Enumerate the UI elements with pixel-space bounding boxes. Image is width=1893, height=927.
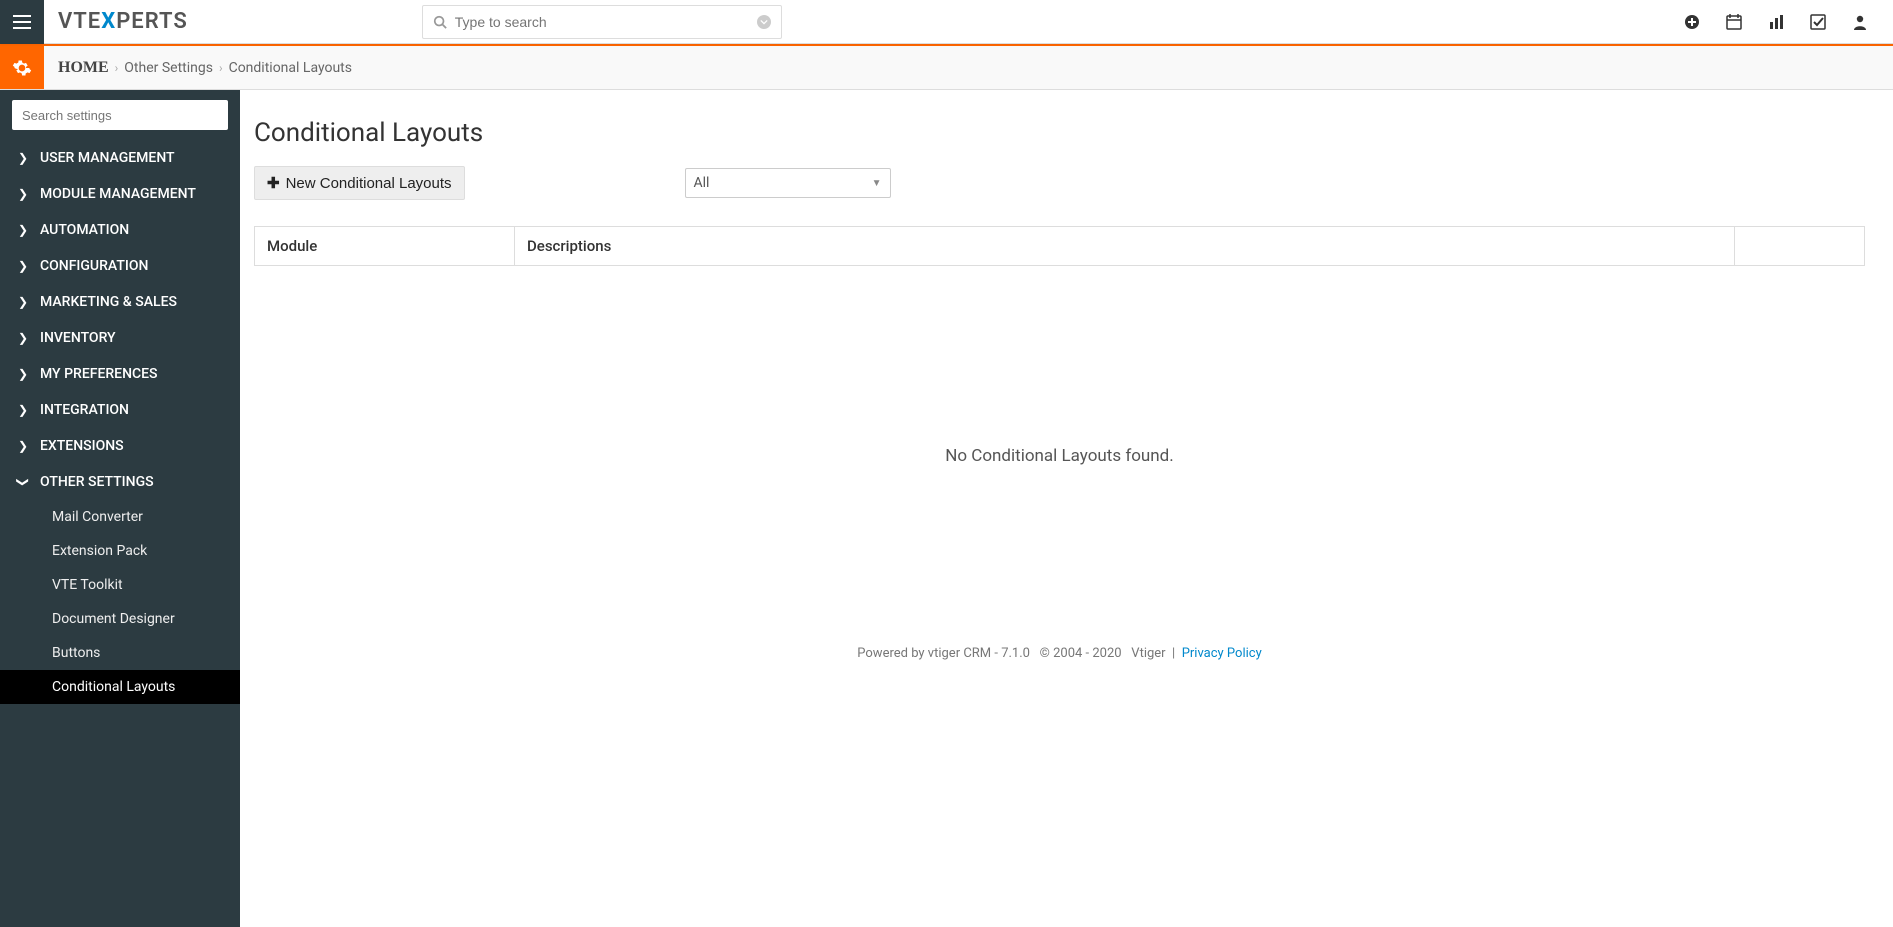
gear-icon — [12, 58, 32, 78]
module-filter-select[interactable]: All ▼ — [685, 168, 891, 198]
breadcrumb-other-settings[interactable]: Other Settings — [124, 60, 213, 76]
sidebar-sub-buttons[interactable]: Buttons — [0, 636, 240, 670]
layouts-table: Module Descriptions — [254, 226, 1865, 266]
page-title: Conditional Layouts — [254, 118, 1865, 148]
sidebar-item-label: USER MANAGEMENT — [40, 150, 175, 166]
chevron-right-icon: › — [115, 61, 119, 75]
footer-powered: Powered by vtiger CRM - 7.1.0 — [857, 646, 1030, 661]
chevron-right-icon: ❯ — [18, 439, 28, 453]
search-dropdown-icon[interactable] — [757, 15, 771, 29]
sidebar-item-label: MODULE MANAGEMENT — [40, 186, 196, 202]
logo[interactable]: VTEXPERTS — [44, 9, 202, 34]
hamburger-menu[interactable] — [0, 0, 44, 44]
chevron-right-icon: ❯ — [18, 259, 28, 273]
footer-company-link[interactable]: Vtiger — [1131, 646, 1165, 661]
plus-circle-icon — [1684, 14, 1700, 30]
column-header-descriptions: Descriptions — [515, 227, 1735, 266]
toolbar: ✚ New Conditional Layouts All ▼ — [254, 166, 1865, 200]
sidebar-item-configuration[interactable]: ❯ CONFIGURATION — [0, 248, 240, 284]
sidebar-item-label: MY PREFERENCES — [40, 366, 158, 382]
bar-chart-icon — [1768, 14, 1784, 30]
logo-text-x: X — [101, 9, 116, 34]
add-button-label: New Conditional Layouts — [286, 175, 452, 192]
sidebar-item-label: AUTOMATION — [40, 222, 129, 238]
sidebar-item-label: INTEGRATION — [40, 402, 129, 418]
plus-icon: ✚ — [267, 174, 280, 192]
sidebar-sub-conditional-layouts[interactable]: Conditional Layouts — [0, 670, 240, 704]
calendar-button[interactable] — [1713, 0, 1755, 44]
sidebar-sub-document-designer[interactable]: Document Designer — [0, 602, 240, 636]
settings-gear-tile[interactable] — [0, 46, 44, 89]
column-header-module: Module — [255, 227, 515, 266]
sidebar-item-label: CONFIGURATION — [40, 258, 148, 274]
chevron-right-icon: ❯ — [18, 367, 28, 381]
new-conditional-layouts-button[interactable]: ✚ New Conditional Layouts — [254, 166, 465, 200]
sidebar-item-inventory[interactable]: ❯ INVENTORY — [0, 320, 240, 356]
breadcrumb-current: Conditional Layouts — [229, 60, 352, 76]
calendar-icon — [1726, 14, 1742, 30]
reports-button[interactable] — [1755, 0, 1797, 44]
breadcrumb: HOME › Other Settings › Conditional Layo… — [44, 46, 366, 89]
add-record-button[interactable] — [1671, 0, 1713, 44]
logo-text-1: VTE — [58, 9, 101, 34]
chevron-right-icon: ❯ — [18, 151, 28, 165]
sidebar-item-label: INVENTORY — [40, 330, 116, 346]
logo-text-2: PERTS — [116, 9, 188, 34]
chevron-right-icon: › — [219, 61, 223, 75]
footer: Powered by vtiger CRM - 7.1.0 © 2004 - 2… — [254, 646, 1865, 681]
sidebar-sub-mail-converter[interactable]: Mail Converter — [0, 500, 240, 534]
chevron-right-icon: ❯ — [18, 187, 28, 201]
chevron-right-icon: ❯ — [18, 223, 28, 237]
chevron-right-icon: ❯ — [18, 331, 28, 345]
footer-copyright: © 2004 - 2020 — [1040, 646, 1122, 661]
sidebar-item-marketing-sales[interactable]: ❯ MARKETING & SALES — [0, 284, 240, 320]
user-menu-button[interactable] — [1839, 0, 1881, 44]
main-content: Conditional Layouts ✚ New Conditional La… — [240, 90, 1893, 927]
hamburger-icon — [13, 15, 31, 29]
sidebar-item-integration[interactable]: ❯ INTEGRATION — [0, 392, 240, 428]
chevron-down-icon: ❯ — [16, 477, 30, 487]
sidebar-sub-extension-pack[interactable]: Extension Pack — [0, 534, 240, 568]
sidebar-item-label: MARKETING & SALES — [40, 294, 177, 310]
footer-sep: | — [1172, 646, 1175, 661]
sidebar-item-automation[interactable]: ❯ AUTOMATION — [0, 212, 240, 248]
user-icon — [1852, 14, 1868, 30]
sidebar-item-label: OTHER SETTINGS — [40, 474, 154, 490]
breadcrumb-row: HOME › Other Settings › Conditional Layo… — [0, 46, 1893, 90]
column-header-actions — [1735, 227, 1865, 266]
global-search — [422, 5, 782, 39]
top-right-icons — [1671, 0, 1893, 44]
chevron-down-icon: ▼ — [872, 178, 882, 189]
empty-state-message: No Conditional Layouts found. — [254, 446, 1865, 466]
sidebar-item-extensions[interactable]: ❯ EXTENSIONS — [0, 428, 240, 464]
settings-sidebar: ❯ USER MANAGEMENT ❯ MODULE MANAGEMENT ❯ AUT… — [0, 90, 240, 927]
sidebar-search-input[interactable] — [12, 100, 228, 130]
top-header: VTEXPERTS — [0, 0, 1893, 44]
sidebar-item-other-settings[interactable]: ❯ OTHER SETTINGS — [0, 464, 240, 500]
footer-privacy-link[interactable]: Privacy Policy — [1182, 646, 1262, 661]
sidebar-search — [12, 100, 228, 130]
search-icon — [433, 15, 447, 29]
sidebar-item-label: EXTENSIONS — [40, 438, 124, 454]
global-search-input[interactable] — [447, 14, 757, 30]
select-value: All — [694, 175, 710, 191]
sidebar-sub-vte-toolkit[interactable]: VTE Toolkit — [0, 568, 240, 602]
tasks-button[interactable] — [1797, 0, 1839, 44]
chevron-right-icon: ❯ — [18, 403, 28, 417]
sidebar-item-user-management[interactable]: ❯ USER MANAGEMENT — [0, 140, 240, 176]
check-square-icon — [1810, 14, 1826, 30]
breadcrumb-home[interactable]: HOME — [58, 59, 109, 77]
sidebar-item-module-management[interactable]: ❯ MODULE MANAGEMENT — [0, 176, 240, 212]
sidebar-item-my-preferences[interactable]: ❯ MY PREFERENCES — [0, 356, 240, 392]
chevron-right-icon: ❯ — [18, 295, 28, 309]
